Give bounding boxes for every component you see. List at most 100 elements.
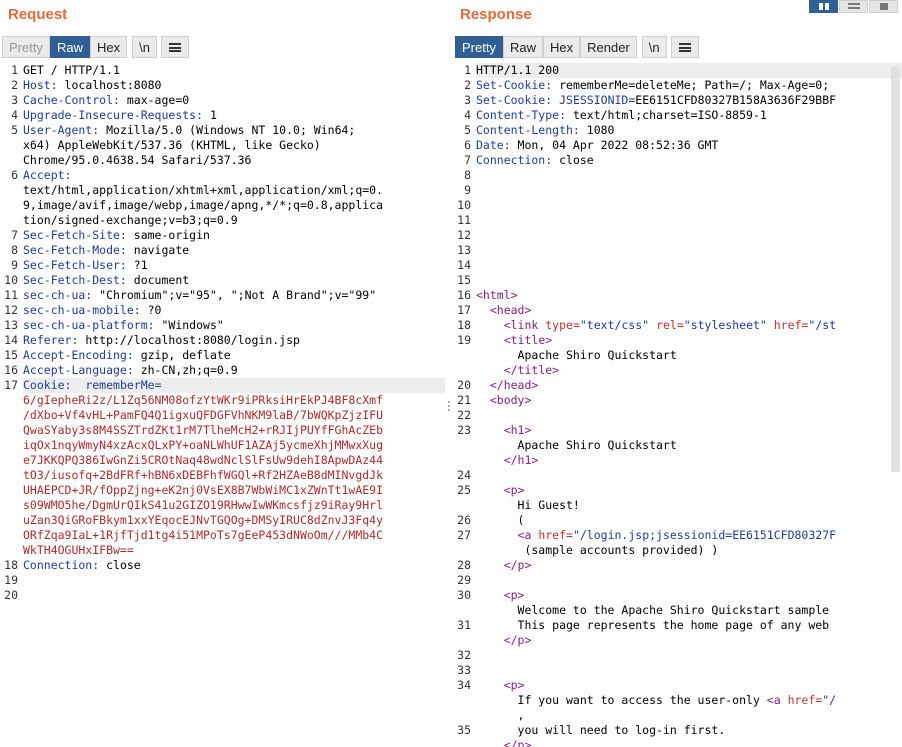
request-code-line: 3 Cache-Control: max-age=0: [0, 93, 445, 108]
line-text: Cache-Control: max-age=0: [23, 93, 445, 108]
response-tab-raw[interactable]: Raw: [502, 36, 543, 58]
request-editor[interactable]: 1 GET / HTTP/1.1 2 Host: localhost:8080 3 Cac…: [0, 63, 445, 747]
response-tabs: Pretty Raw Hex Render \n: [455, 36, 699, 58]
line-number: [453, 543, 476, 558]
token: rememberMe=: [85, 378, 162, 392]
response-code-line: 18 <link type="text/css" rel="stylesheet…: [453, 318, 902, 333]
response-code-line: 34 <p>: [453, 678, 902, 693]
line-text: </head>: [476, 378, 902, 393]
token: Content-Type:: [476, 108, 567, 122]
line-number: [0, 423, 23, 438]
line-text: [476, 468, 902, 483]
request-tab-pretty[interactable]: Pretty: [2, 36, 50, 58]
token: <a: [517, 528, 539, 542]
line-number: 23: [457, 423, 471, 437]
token: <h1>: [503, 423, 532, 437]
response-code-line: 4 Content-Type: text/html;charset=ISO-885…: [453, 108, 902, 123]
request-menu-button[interactable]: [160, 36, 189, 58]
token: tO3/iusofq+2BdFRf+hBN6xDEBFhfWGQl+Rf2HZA…: [23, 468, 384, 482]
token: 6/gIepheRi2z/L1Zq56NM08ofzYtWKr9iPRksiHr…: [23, 393, 384, 407]
request-tab-newline[interactable]: \n: [132, 36, 157, 58]
request-code-line: text/html,application/xhtml+xml,applicat…: [0, 183, 445, 198]
line-text: <link type="text/css" rel="stylesheet" h…: [476, 318, 902, 333]
pane-divider[interactable]: [445, 0, 453, 747]
line-number: 11: [4, 288, 18, 302]
line-number: 19: [4, 573, 18, 587]
line-text: ,: [476, 708, 902, 723]
line-number: 24: [457, 468, 471, 482]
token: GET / HTTP/1.1: [23, 63, 120, 77]
line-number: 15: [4, 348, 18, 362]
token: href=: [787, 693, 823, 707]
request-code-line: 10 Sec-Fetch-Dest: document: [0, 273, 445, 288]
token: sec-ch-ua-mobile:: [23, 303, 141, 317]
token: (: [476, 513, 525, 527]
line-text: (sample accounts provided) ): [476, 543, 902, 558]
request-code-line: 17 Cookie: rememberMe=: [0, 378, 445, 393]
token: ?1: [126, 258, 148, 272]
request-code-line: 9,image/avif,image/webp,image/apng,*/*;q…: [0, 198, 445, 213]
line-text: If you want to access the user-only <a h…: [476, 693, 902, 708]
line-number: 5: [464, 123, 471, 137]
token: "stylesheet": [683, 318, 767, 332]
line-number: [0, 528, 23, 543]
response-scrollbar[interactable]: [891, 67, 900, 472]
request-code-line: tion/signed-exchange;v=b3;q=0.9: [0, 213, 445, 228]
line-text: Accept-Encoding: gzip, deflate: [23, 348, 445, 363]
request-tab-raw[interactable]: Raw: [49, 36, 90, 58]
line-number: 10: [457, 198, 471, 212]
token: "Windows": [154, 318, 224, 332]
line-number: [0, 183, 23, 198]
layout-rows-button[interactable]: [839, 0, 868, 13]
response-tab-newline[interactable]: \n: [641, 36, 667, 58]
token: Host:: [23, 78, 58, 92]
response-menu-button[interactable]: [670, 36, 699, 58]
line-number: 33: [457, 663, 471, 677]
line-number: 20: [457, 378, 471, 392]
line-number: 16: [4, 363, 18, 377]
request-code-line: 6 Accept:: [0, 168, 445, 183]
request-code-line: 19: [0, 573, 445, 588]
response-code-line: 10: [453, 198, 902, 213]
hamburger-icon: [678, 43, 691, 52]
layout-split-button[interactable]: [809, 0, 838, 13]
line-number: 6: [11, 168, 18, 182]
line-text: Sec-Fetch-Site: same-origin: [23, 228, 445, 243]
line-number: 1: [11, 63, 18, 77]
response-pane: Response Pretty Raw Hex Render \n 1 HTTP/…: [453, 0, 902, 747]
line-number: 31: [457, 618, 471, 632]
token: ?0: [140, 303, 162, 317]
line-text: text/html,application/xhtml+xml,applicat…: [23, 183, 445, 198]
response-code-line: 3 Set-Cookie: JSESSIONID=EE6151CFD80327B1…: [453, 93, 902, 108]
line-number: 12: [457, 228, 471, 242]
line-number: 6: [464, 138, 471, 152]
line-text: sec-ch-ua-mobile: ?0: [23, 303, 445, 318]
line-number: 8: [464, 168, 471, 182]
token: <body>: [489, 393, 532, 407]
response-tab-hex[interactable]: Hex: [542, 36, 581, 58]
line-text: Sec-Fetch-Mode: navigate: [23, 243, 445, 258]
line-text: GET / HTTP/1.1: [23, 63, 445, 78]
response-code-line: Apache Shiro Quickstart: [453, 348, 902, 363]
token: Upgrade-Insecure-Requests:: [23, 108, 204, 122]
request-tab-hex[interactable]: Hex: [89, 36, 128, 58]
line-text: tion/signed-exchange;v=b3;q=0.9: [23, 213, 445, 228]
response-code-line: 15: [453, 273, 902, 288]
line-text: s09WMO5he/DgmUrQIkS41u2GIZO19RHwwIwWKmcs…: [23, 498, 445, 513]
token: EE6151CFD80327B158A3636F29BBF: [635, 93, 837, 107]
token: href=: [538, 528, 573, 542]
line-text: /dXbo+Vf4vHL+PamFQ4Q1igxuQFDGFVhNKM9laB/…: [23, 408, 445, 423]
token: Apache Shiro Quickstart: [476, 438, 677, 452]
line-number: 9: [11, 258, 18, 272]
line-number: 3: [464, 93, 471, 107]
response-tab-pretty[interactable]: Pretty: [455, 36, 503, 58]
line-number: [0, 498, 23, 513]
token: e7JKKQPQ386IwGnZi5CROtNaq48wdNclSlFsUw9d…: [23, 453, 384, 467]
layout-tabs-button[interactable]: [869, 0, 898, 13]
request-code-line: x64) AppleWebKit/537.36 (KHTML, like Gec…: [0, 138, 445, 153]
line-number: 4: [11, 108, 18, 122]
line-number: [453, 498, 476, 513]
response-tab-render[interactable]: Render: [580, 36, 637, 58]
response-editor[interactable]: 1 HTTP/1.1 200 2 Set-Cookie: rememberMe=del…: [453, 63, 902, 747]
